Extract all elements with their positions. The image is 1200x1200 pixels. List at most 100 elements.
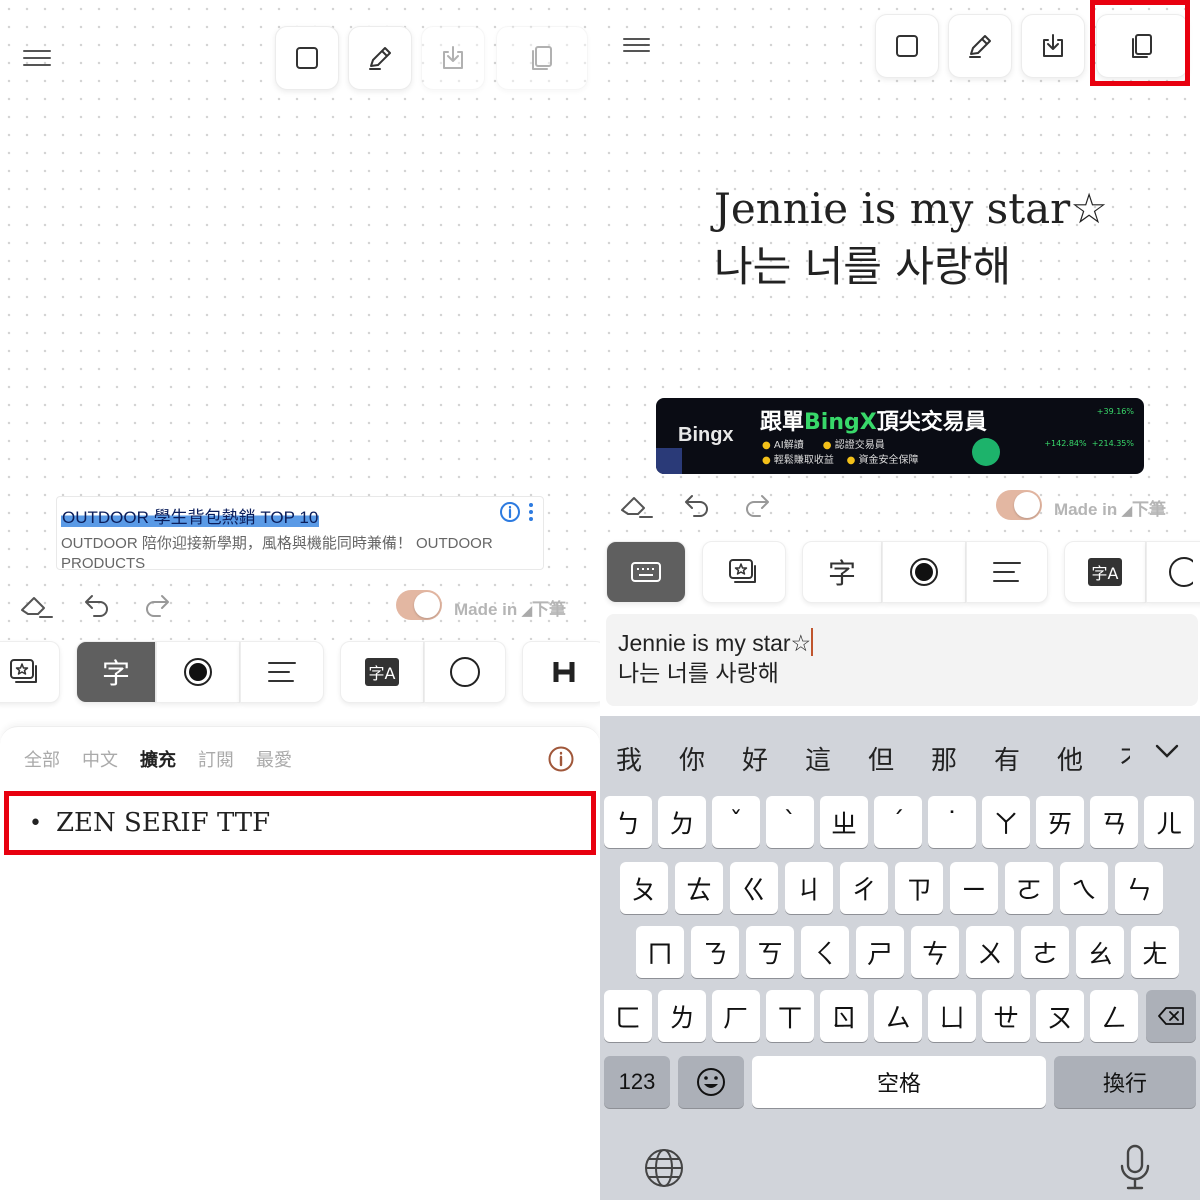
- candidate[interactable]: 這: [805, 740, 831, 777]
- shape-tool[interactable]: [424, 641, 506, 703]
- made-in-toggle[interactable]: [396, 590, 442, 620]
- key[interactable]: ㄢ: [1090, 796, 1138, 848]
- key[interactable]: ㄠ: [1076, 926, 1124, 978]
- key[interactable]: ㄎ: [746, 926, 794, 978]
- chevron-down-icon[interactable]: [1154, 742, 1180, 760]
- download-button[interactable]: [421, 26, 485, 90]
- key[interactable]: ㄜ: [1021, 926, 1069, 978]
- space-key[interactable]: 空格: [752, 1056, 1046, 1108]
- tab-favorites[interactable]: 最愛: [256, 746, 292, 772]
- key[interactable]: ㄝ: [982, 990, 1030, 1042]
- candidate[interactable]: 好: [742, 740, 768, 777]
- key[interactable]: ㄚ: [982, 796, 1030, 848]
- undo-icon[interactable]: [82, 592, 112, 620]
- key[interactable]: ㄘ: [911, 926, 959, 978]
- info-icon[interactable]: [547, 745, 575, 773]
- key[interactable]: ㄣ: [1115, 862, 1163, 914]
- key[interactable]: ㄊ: [675, 862, 723, 914]
- font-list-item[interactable]: • ZEN SERIF TTF: [4, 791, 596, 855]
- translate-tool[interactable]: 字A: [1064, 541, 1146, 603]
- font-tool[interactable]: 字: [76, 641, 156, 703]
- canvas-text[interactable]: Jennie is my star☆ 나는 너를 사랑해: [714, 180, 1108, 296]
- key[interactable]: ㄟ: [1060, 862, 1108, 914]
- tab-all[interactable]: 全部: [24, 746, 60, 772]
- edit-button[interactable]: [348, 26, 412, 90]
- key[interactable]: ㄍ: [730, 862, 778, 914]
- key[interactable]: ㄅ: [604, 796, 652, 848]
- key[interactable]: ˋ: [766, 796, 814, 848]
- redo-icon[interactable]: [742, 492, 772, 520]
- redo-icon[interactable]: [142, 592, 172, 620]
- canvas-square-button[interactable]: [275, 26, 339, 90]
- ad-info-icon[interactable]: [499, 501, 521, 523]
- ad-more-icon[interactable]: [527, 501, 535, 523]
- backspace-key[interactable]: [1146, 990, 1196, 1042]
- key[interactable]: ㄨ: [966, 926, 1014, 978]
- sticker-tool[interactable]: [0, 641, 60, 703]
- translate-tool[interactable]: 字A: [340, 641, 424, 703]
- candidate[interactable]: 有: [994, 740, 1020, 777]
- key[interactable]: ㄕ: [856, 926, 904, 978]
- key[interactable]: ㄌ: [658, 990, 706, 1042]
- key[interactable]: ㄐ: [785, 862, 833, 914]
- key[interactable]: ㄧ: [950, 862, 998, 914]
- color-tool[interactable]: [882, 541, 966, 603]
- key[interactable]: ㄇ: [636, 926, 684, 978]
- key[interactable]: ㄗ: [895, 862, 943, 914]
- sticker-tool[interactable]: [702, 541, 786, 603]
- key[interactable]: ㄋ: [691, 926, 739, 978]
- ad-card[interactable]: OUTDOOR 學生背包熱銷 TOP 10 OUTDOOR 陪你迎接新學期，風格…: [56, 496, 544, 572]
- key[interactable]: ㄙ: [874, 990, 922, 1042]
- menu-icon[interactable]: [23, 50, 51, 66]
- key[interactable]: ㄓ: [820, 796, 868, 848]
- key[interactable]: ㄆ: [620, 862, 668, 914]
- tab-chinese[interactable]: 中文: [82, 746, 118, 772]
- ad-title[interactable]: OUTDOOR 學生背包熱銷 TOP 10: [61, 508, 320, 527]
- key[interactable]: ㄩ: [928, 990, 976, 1042]
- key[interactable]: ㄛ: [1005, 862, 1053, 914]
- candidate[interactable]: 他: [1057, 740, 1083, 777]
- key[interactable]: ㄞ: [1036, 796, 1084, 848]
- align-tool[interactable]: [240, 641, 324, 703]
- candidate[interactable]: 我: [616, 740, 642, 777]
- menu-icon[interactable]: [623, 38, 650, 52]
- key[interactable]: ㄥ: [1090, 990, 1138, 1042]
- key[interactable]: ㄏ: [712, 990, 760, 1042]
- banner-ad[interactable]: Bingx 跟單BingX頂尖交易員 ● AI解讀 ● 認證交易員 ● 輕鬆賺取…: [656, 398, 1144, 474]
- tab-subscribed[interactable]: 訂閱: [198, 746, 234, 772]
- candidate[interactable]: 但: [868, 740, 894, 777]
- microphone-icon[interactable]: [1118, 1144, 1152, 1192]
- key[interactable]: ㄑ: [801, 926, 849, 978]
- tab-extension[interactable]: 擴充: [140, 746, 176, 772]
- key[interactable]: ㄒ: [766, 990, 814, 1042]
- text-input[interactable]: Jennie is my star☆ 나는 너를 사랑해: [606, 614, 1198, 706]
- shape-tool[interactable]: [1146, 541, 1200, 603]
- key[interactable]: ˙: [928, 796, 976, 848]
- key[interactable]: ㄖ: [820, 990, 868, 1042]
- edit-button[interactable]: [948, 14, 1012, 78]
- made-in-toggle[interactable]: [996, 490, 1042, 520]
- key[interactable]: ㄈ: [604, 990, 652, 1042]
- emoji-key[interactable]: [678, 1056, 744, 1108]
- numbers-key[interactable]: 123: [604, 1056, 670, 1108]
- heading-tool[interactable]: [522, 641, 600, 703]
- key[interactable]: ㄤ: [1131, 926, 1179, 978]
- align-tool[interactable]: [966, 541, 1048, 603]
- color-tool[interactable]: [156, 641, 240, 703]
- undo-icon[interactable]: [682, 492, 712, 520]
- font-tool[interactable]: 字: [802, 541, 882, 603]
- copy-button[interactable]: [496, 26, 588, 90]
- key[interactable]: ㄔ: [840, 862, 888, 914]
- eraser-icon[interactable]: [18, 590, 54, 620]
- candidate[interactable]: 你: [679, 740, 705, 777]
- key[interactable]: ㄡ: [1036, 990, 1084, 1042]
- return-key[interactable]: 換行: [1054, 1056, 1196, 1108]
- key[interactable]: ㄉ: [658, 796, 706, 848]
- eraser-icon[interactable]: [618, 490, 654, 520]
- candidate[interactable]: 那: [931, 740, 957, 777]
- key[interactable]: ㄦ: [1144, 796, 1194, 848]
- key[interactable]: ˇ: [712, 796, 760, 848]
- key[interactable]: ˊ: [874, 796, 922, 848]
- download-button[interactable]: [1021, 14, 1085, 78]
- candidate[interactable]: 不: [1120, 740, 1130, 777]
